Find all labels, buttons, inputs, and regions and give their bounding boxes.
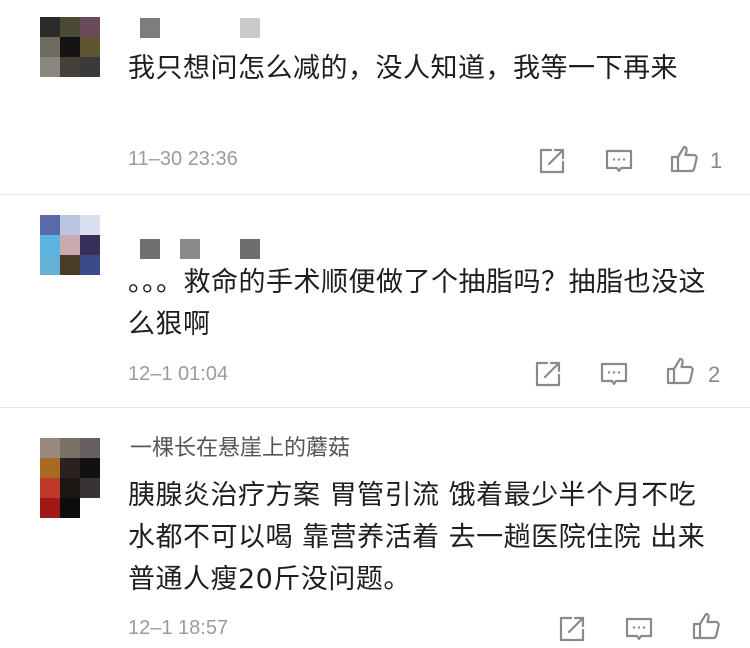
username[interactable] <box>140 18 270 38</box>
share-icon[interactable] <box>532 358 564 390</box>
avatar[interactable] <box>40 438 100 518</box>
comment-icon[interactable] <box>598 358 630 390</box>
username[interactable] <box>140 239 270 259</box>
comment-item: 。。。救命的手术顺便做了个抽脂吗？抽脂也没这么狠啊 12–1 01:04 2 <box>0 195 750 407</box>
thumbs-up-icon[interactable] <box>664 355 696 387</box>
timestamp: 12–1 18:57 <box>128 617 229 639</box>
thumbs-up-icon[interactable] <box>668 143 700 175</box>
thumbs-up-icon[interactable] <box>690 610 722 642</box>
share-icon[interactable] <box>536 145 568 177</box>
avatar[interactable] <box>40 17 100 77</box>
comment-text: 我只想问怎么减的，没人知道，我等一下再来 <box>128 53 678 84</box>
avatar[interactable] <box>40 215 100 275</box>
comment-item: 我只想问怎么减的，没人知道，我等一下再来 11–30 23:36 1 <box>0 0 750 194</box>
timestamp: 12–1 01:04 <box>128 363 229 385</box>
like-count: 1 <box>710 148 723 173</box>
username[interactable]: 一棵长在悬崖上的蘑菇 <box>130 436 350 462</box>
comment-text: 胰腺炎治疗方案 胃管引流 饿着最少半个月不吃 水都不可以喝 靠营养活着 去一趟医… <box>128 480 706 595</box>
comment-icon[interactable] <box>623 613 655 645</box>
comment-icon[interactable] <box>603 145 635 177</box>
share-icon[interactable] <box>556 613 588 645</box>
like-count: 2 <box>708 362 721 387</box>
comment-text: 。。。救命的手术顺便做了个抽脂吗？抽脂也没这么狠啊 <box>128 267 706 340</box>
comment-item: 一棵长在悬崖上的蘑菇 胰腺炎治疗方案 胃管引流 饿着最少半个月不吃 水都不可以喝… <box>0 408 750 648</box>
timestamp: 11–30 23:36 <box>128 148 238 170</box>
